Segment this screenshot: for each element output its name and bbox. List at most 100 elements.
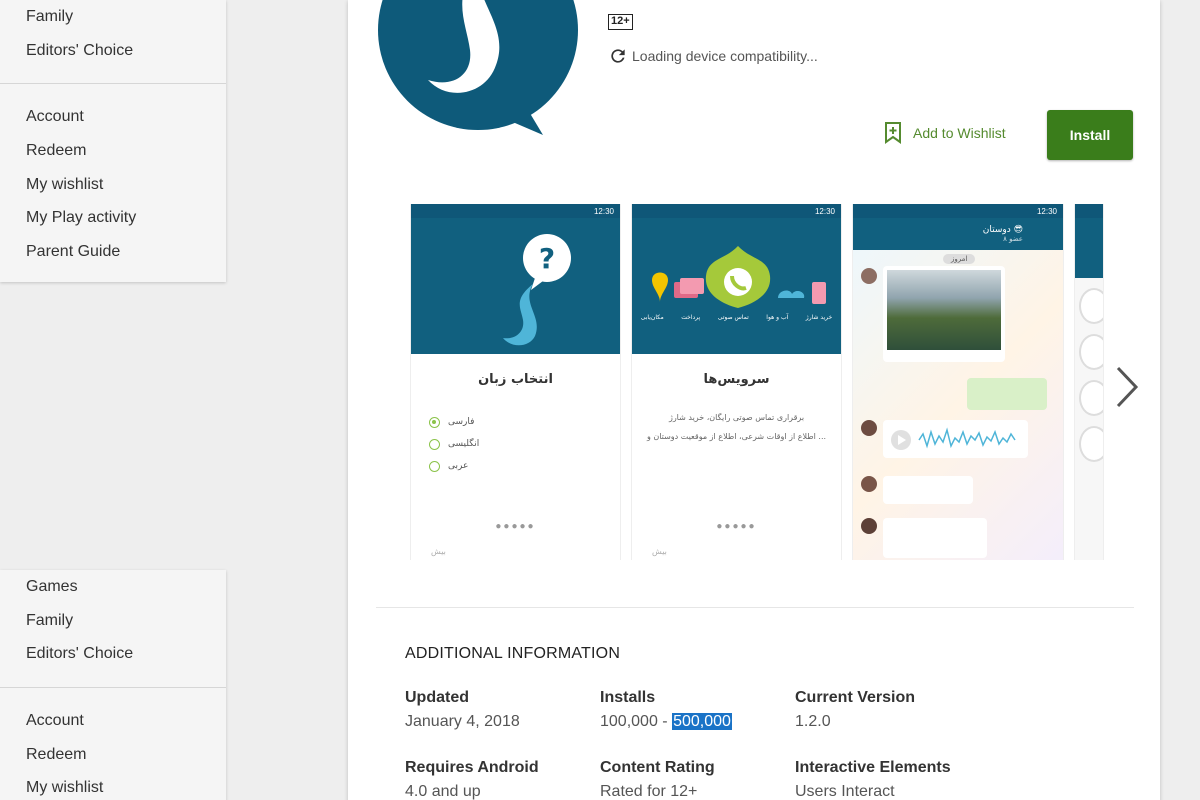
screenshot-4-partial[interactable]: [1074, 204, 1104, 560]
page-indicator: ●●●●●: [495, 521, 536, 532]
info-label: Content Rating: [600, 759, 715, 776]
status-time: 12:30: [1036, 206, 1057, 216]
avatar: [861, 268, 877, 284]
nav-item-redeem[interactable]: Redeem: [0, 134, 226, 168]
device-compatibility-status: Loading device compatibility...: [608, 46, 818, 66]
nav-divider: [0, 687, 226, 689]
info-content-rating: Content Rating Rated for 12+: [600, 758, 780, 800]
install-button[interactable]: Install: [1047, 110, 1133, 160]
info-value: Rated for 12+: [600, 783, 698, 800]
service-label: خرید شارژ: [805, 314, 833, 321]
nav-item-games[interactable]: Games: [0, 570, 226, 604]
photo-thumbnail: [887, 270, 1001, 350]
add-to-wishlist-button[interactable]: Add to Wishlist: [884, 122, 1006, 144]
screenshot-description: اطلاع از اوقات شرعی، اطلاع از موقعیت دوس…: [646, 432, 827, 441]
status-time: 12:30: [814, 206, 835, 216]
screenshot-footer: بیش: [652, 547, 667, 556]
compatibility-text: Loading device compatibility...: [632, 48, 818, 64]
language-options: فارسی انگلیسی عربی: [411, 411, 620, 477]
radio-icon: [429, 460, 440, 472]
nav-item-my-wishlist[interactable]: My wishlist: [0, 771, 226, 800]
screenshot-3[interactable]: 12:30 دوستان 😎 ۸ عضو امروز: [852, 204, 1064, 560]
nav-item-family[interactable]: Family: [0, 0, 226, 34]
nav-item-account[interactable]: Account: [0, 704, 226, 738]
content-rating-badge: 12+: [608, 14, 633, 30]
info-label: Interactive Elements: [795, 759, 951, 776]
info-updated: Updated January 4, 2018: [405, 688, 585, 732]
service-labels: مکان‌یابی پرداخت تماس صوتی آب و هوا خرید…: [632, 314, 841, 321]
app-icon-placeholder: [1079, 334, 1103, 370]
installs-separator: -: [657, 713, 673, 730]
screenshot-hero: [1075, 218, 1103, 278]
phone-status-bar: 12:30: [632, 204, 841, 218]
nav-group-browse: Family Editors' Choice: [0, 0, 226, 67]
installs-high-selected: 500,000: [672, 713, 732, 730]
text-message: [883, 476, 973, 504]
nav-item-redeem[interactable]: Redeem: [0, 738, 226, 772]
installs-low: 100,000: [600, 713, 658, 730]
bookmark-add-icon: [885, 122, 901, 144]
nav-item-editors-choice[interactable]: Editors' Choice: [0, 637, 226, 671]
nav-group-browse: Games Family Editors' Choice: [0, 570, 226, 671]
app-icon-placeholder: [1079, 426, 1103, 462]
app-details-card: 12+ Loading device compatibility... Add …: [348, 0, 1160, 800]
section-divider: [376, 607, 1134, 608]
info-installs: Installs 100,000 - 500,000: [600, 688, 780, 732]
page-indicator: ●●●●●: [716, 521, 757, 532]
chevron-right-icon[interactable]: [1110, 362, 1146, 412]
refresh-icon: [611, 49, 625, 63]
nav-divider: [0, 83, 226, 85]
nav-item-my-play-activity[interactable]: My Play activity: [0, 201, 226, 235]
screenshot-heading: سرویس‌ها: [703, 372, 770, 387]
avatar: [861, 420, 877, 436]
nav-group-account: Account Redeem My wishlist: [0, 704, 226, 800]
nav-item-parent-guide[interactable]: Parent Guide: [0, 235, 226, 269]
info-value: 100,000 - 500,000: [600, 712, 780, 732]
screenshot-description: برقراری تماس صوتی رایگان، خرید شارژ: [668, 413, 805, 422]
nav-item-editors-choice[interactable]: Editors' Choice: [0, 34, 226, 68]
voice-message: [883, 420, 1028, 458]
app-icon-placeholder: [1079, 380, 1103, 416]
left-nav-bottom: Games Family Editors' Choice Account Red…: [0, 570, 226, 800]
sent-message: [967, 378, 1047, 410]
info-value: January 4, 2018: [405, 713, 520, 730]
screenshot-1[interactable]: 12:30 ? انتخاب زبان فارسی انگلیسی عربی ●…: [410, 204, 621, 560]
service-label: تماس صوتی: [717, 314, 749, 321]
phone-status-bar: [1075, 204, 1103, 218]
left-nav-top: Family Editors' Choice Account Redeem My…: [0, 0, 226, 282]
app-icon-placeholder: [1079, 288, 1103, 324]
service-label: مکان‌یابی: [640, 314, 664, 321]
wishlist-label: Add to Wishlist: [913, 125, 1006, 141]
svg-text:?: ?: [539, 242, 555, 275]
info-label: Updated: [405, 689, 469, 706]
chat-header: دوستان 😎 ۸ عضو: [853, 218, 1063, 250]
chat-title: دوستان 😎: [982, 225, 1023, 235]
screenshot-2[interactable]: 12:30 مکان‌یابی پرداخت تماس صوتی آب و هو…: [631, 204, 842, 560]
help-bubble-icon: ?: [503, 234, 571, 346]
avatar: [861, 476, 877, 492]
language-option-label: فارسی: [448, 417, 475, 427]
language-option: انگلیسی: [429, 433, 620, 455]
nav-item-account[interactable]: Account: [0, 100, 226, 134]
info-requires-android: Requires Android 4.0 and up: [405, 758, 585, 800]
phone-status-bar: 12:30: [853, 204, 1063, 218]
info-label: Installs: [600, 689, 656, 706]
app-logo: [378, 0, 578, 135]
screenshot-hero: مکان‌یابی پرداخت تماس صوتی آب و هوا خرید…: [632, 218, 841, 354]
service-label: آب و هوا: [766, 314, 789, 321]
avatar: [861, 518, 877, 534]
waveform-icon: [891, 427, 1016, 450]
status-time: 12:30: [593, 206, 614, 216]
services-illustration: [652, 246, 826, 308]
service-label: پرداخت: [681, 314, 701, 321]
image-message: [883, 266, 1005, 362]
phone-status-bar: 12:30: [411, 204, 620, 218]
nav-item-family[interactable]: Family: [0, 604, 226, 638]
info-label: Requires Android: [405, 759, 539, 776]
screenshot-hero: ?: [411, 218, 620, 354]
nav-item-my-wishlist[interactable]: My wishlist: [0, 168, 226, 202]
reply-message: [883, 518, 987, 558]
radio-icon: [429, 438, 440, 450]
screenshot-footer: بیش: [431, 547, 446, 556]
language-option: عربی: [429, 455, 620, 477]
